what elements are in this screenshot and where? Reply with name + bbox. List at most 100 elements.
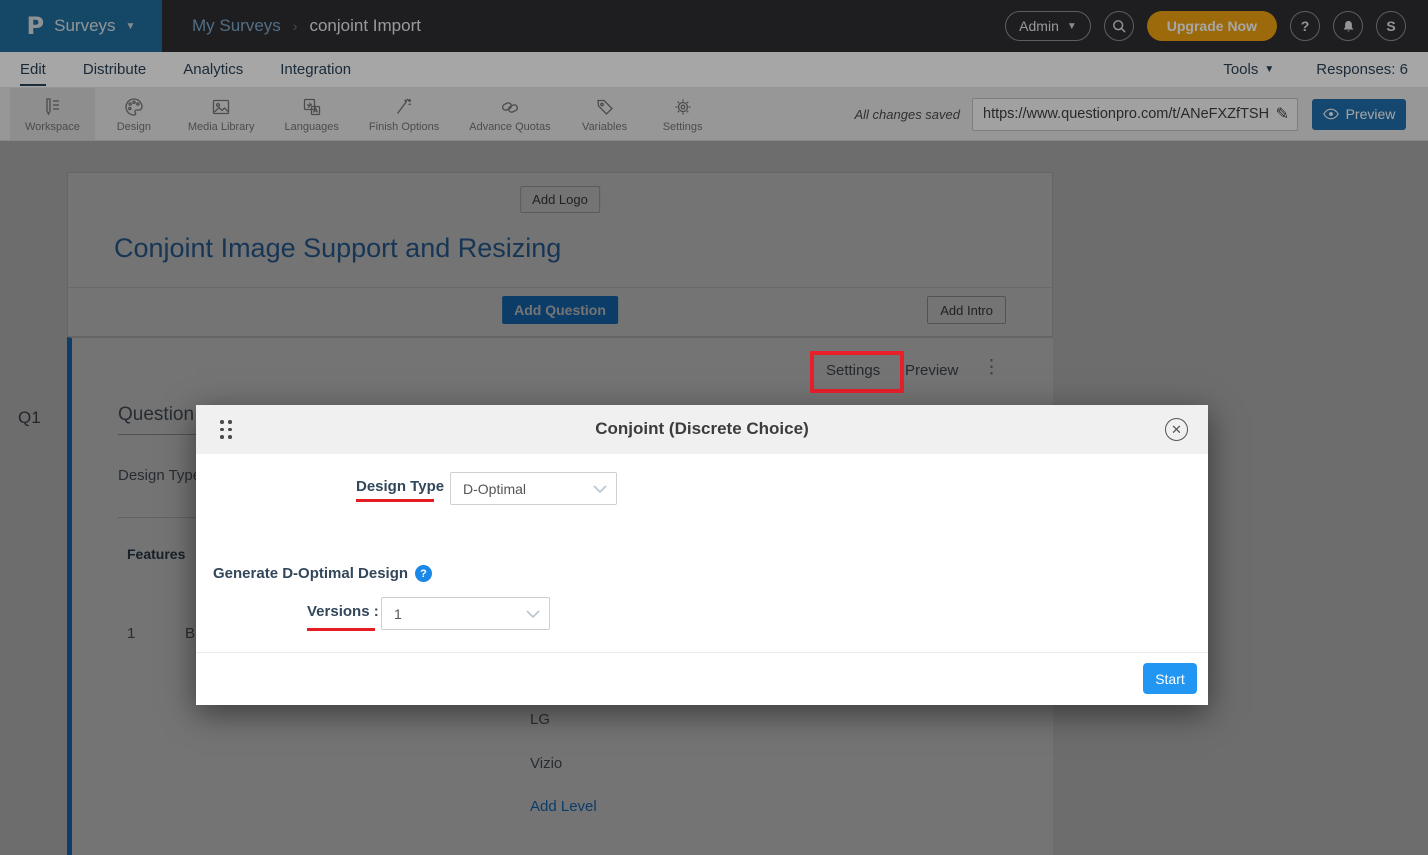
toolbar-item-label: Variables — [582, 121, 627, 133]
autosave-status: All changes saved — [854, 107, 960, 122]
admin-menu[interactable]: Admin ▼ — [1005, 11, 1091, 41]
topbar-actions: Admin ▼ Upgrade Now ? S — [1005, 11, 1428, 41]
toolbar-item-label: Design — [117, 121, 151, 133]
toolbar-item-languages[interactable]: Languages — [269, 88, 353, 140]
breadcrumb-current: conjoint Import — [309, 16, 421, 36]
toolbar-item-label: Finish Options — [369, 121, 439, 133]
add-level-link[interactable]: Add Level — [530, 798, 597, 815]
finish-options-icon — [393, 96, 415, 118]
product-switcher[interactable]: P Surveys ▼ — [0, 0, 162, 52]
feature-index: 1 — [127, 625, 135, 642]
generate-design-label: Generate D-Optimal Design — [213, 565, 408, 582]
survey-preview-button[interactable]: Preview — [1312, 99, 1406, 130]
versions-select[interactable]: 1 — [381, 597, 550, 630]
level-item[interactable]: LG — [530, 711, 550, 728]
bell-icon — [1341, 19, 1356, 34]
breadcrumb: My Surveys › conjoint Import — [192, 16, 421, 36]
notifications-button[interactable] — [1333, 11, 1363, 41]
workspace-icon — [41, 96, 63, 118]
edit-url-pencil-icon[interactable]: ✎ — [1276, 104, 1289, 124]
add-intro-button[interactable]: Add Intro — [927, 296, 1006, 324]
close-icon[interactable]: ✕ — [1165, 418, 1188, 441]
modal-footer-divider — [196, 652, 1208, 653]
survey-nav: Edit Distribute Analytics Integration To… — [0, 52, 1428, 88]
caret-down-icon: ▼ — [1264, 64, 1274, 75]
upgrade-now-button[interactable]: Upgrade Now — [1147, 11, 1277, 41]
tools-label: Tools — [1223, 61, 1258, 78]
search-button[interactable] — [1104, 11, 1134, 41]
modal-header: Conjoint (Discrete Choice) ✕ — [196, 405, 1208, 454]
toolbar-item-label: Advance Quotas — [469, 121, 550, 133]
product-label: Surveys — [54, 16, 115, 36]
design-type-label: Design Type — [356, 478, 444, 495]
survey-url-input[interactable] — [983, 106, 1276, 122]
tab-analytics[interactable]: Analytics — [183, 53, 243, 86]
questionpro-logo-icon: P — [27, 12, 45, 40]
versions-value: 1 — [394, 606, 402, 622]
toolbar-item-label: Media Library — [188, 121, 255, 133]
question-mark-icon: ? — [1301, 18, 1310, 34]
media-library-icon — [210, 96, 232, 118]
modal-title: Conjoint (Discrete Choice) — [196, 419, 1208, 439]
nav-tabs: Edit Distribute Analytics Integration — [0, 53, 351, 86]
toolbar-item-finish-options[interactable]: Finish Options — [354, 88, 454, 140]
toolbar-item-media-library[interactable]: Media Library — [173, 88, 270, 140]
start-button[interactable]: Start — [1143, 663, 1197, 694]
help-button[interactable]: ? — [1290, 11, 1320, 41]
design-type-red-underline-annotation — [356, 499, 434, 502]
versions-red-underline-annotation — [307, 628, 375, 631]
languages-icon — [301, 96, 323, 118]
avatar[interactable]: S — [1376, 11, 1406, 41]
toolbar-item-advance-quotas[interactable]: Advance Quotas — [454, 88, 565, 140]
breadcrumb-my-surveys[interactable]: My Surveys — [192, 16, 281, 36]
admin-label: Admin — [1019, 18, 1059, 34]
design-icon — [123, 96, 145, 118]
breadcrumb-separator-icon: › — [293, 18, 298, 34]
tools-menu[interactable]: Tools ▼ — [1223, 61, 1274, 78]
toolbar-item-workspace[interactable]: Workspace — [10, 88, 95, 140]
toolbar-item-label: Languages — [284, 121, 338, 133]
nav-right: Tools ▼ Responses: 6 — [1223, 61, 1428, 78]
toolbar-item-design[interactable]: Design — [95, 88, 173, 140]
toolbar-item-settings[interactable]: Settings — [644, 88, 722, 140]
advance-quotas-icon — [499, 96, 521, 118]
survey-header-card: Add Logo Conjoint Image Support and Resi… — [67, 172, 1053, 337]
caret-down-icon: ▼ — [1067, 21, 1077, 32]
tab-integration[interactable]: Integration — [280, 53, 351, 86]
toolbar-items: Workspace Design Media Library Languages… — [0, 88, 722, 140]
settings-icon — [672, 96, 694, 118]
help-icon[interactable]: ? — [415, 565, 432, 582]
add-question-button[interactable]: Add Question — [502, 296, 618, 324]
question-code: Q1 — [18, 408, 41, 428]
edit-toolbar: Workspace Design Media Library Languages… — [0, 88, 1428, 141]
eye-icon — [1323, 108, 1339, 120]
versions-label: Versions : — [307, 603, 379, 620]
chevron-down-icon — [525, 609, 541, 619]
features-header: Features — [127, 546, 185, 562]
design-type-select[interactable]: D-Optimal — [450, 472, 617, 505]
divider — [68, 287, 1052, 288]
toolbar-item-label: Settings — [663, 121, 703, 133]
toolbar-item-variables[interactable]: Variables — [566, 88, 644, 140]
conjoint-settings-modal: Conjoint (Discrete Choice) ✕ Design Type… — [196, 405, 1208, 705]
toolbar-right: All changes saved ✎ Preview — [854, 88, 1428, 140]
chevron-down-icon — [592, 484, 608, 494]
question-text[interactable]: Question — [118, 404, 194, 426]
top-bar: P Surveys ▼ My Surveys › conjoint Import… — [0, 0, 1428, 52]
survey-url-box: ✎ — [972, 98, 1298, 131]
question-preview-button[interactable]: Preview — [905, 362, 958, 379]
kebab-menu-icon[interactable]: ⋮ — [982, 356, 1001, 379]
search-icon — [1111, 18, 1127, 34]
caret-down-icon: ▼ — [126, 21, 136, 32]
avatar-letter: S — [1386, 18, 1395, 34]
responses-count: Responses: 6 — [1316, 61, 1408, 78]
survey-title[interactable]: Conjoint Image Support and Resizing — [114, 233, 561, 264]
preview-label: Preview — [1346, 106, 1396, 122]
tab-distribute[interactable]: Distribute — [83, 53, 146, 86]
design-type-value: D-Optimal — [463, 481, 526, 497]
level-item[interactable]: Vizio — [530, 755, 562, 772]
tab-edit[interactable]: Edit — [20, 53, 46, 86]
question-settings-button[interactable]: Settings — [826, 362, 880, 379]
question-design-type-label: Design Type — [118, 467, 201, 484]
add-logo-button[interactable]: Add Logo — [520, 186, 600, 213]
